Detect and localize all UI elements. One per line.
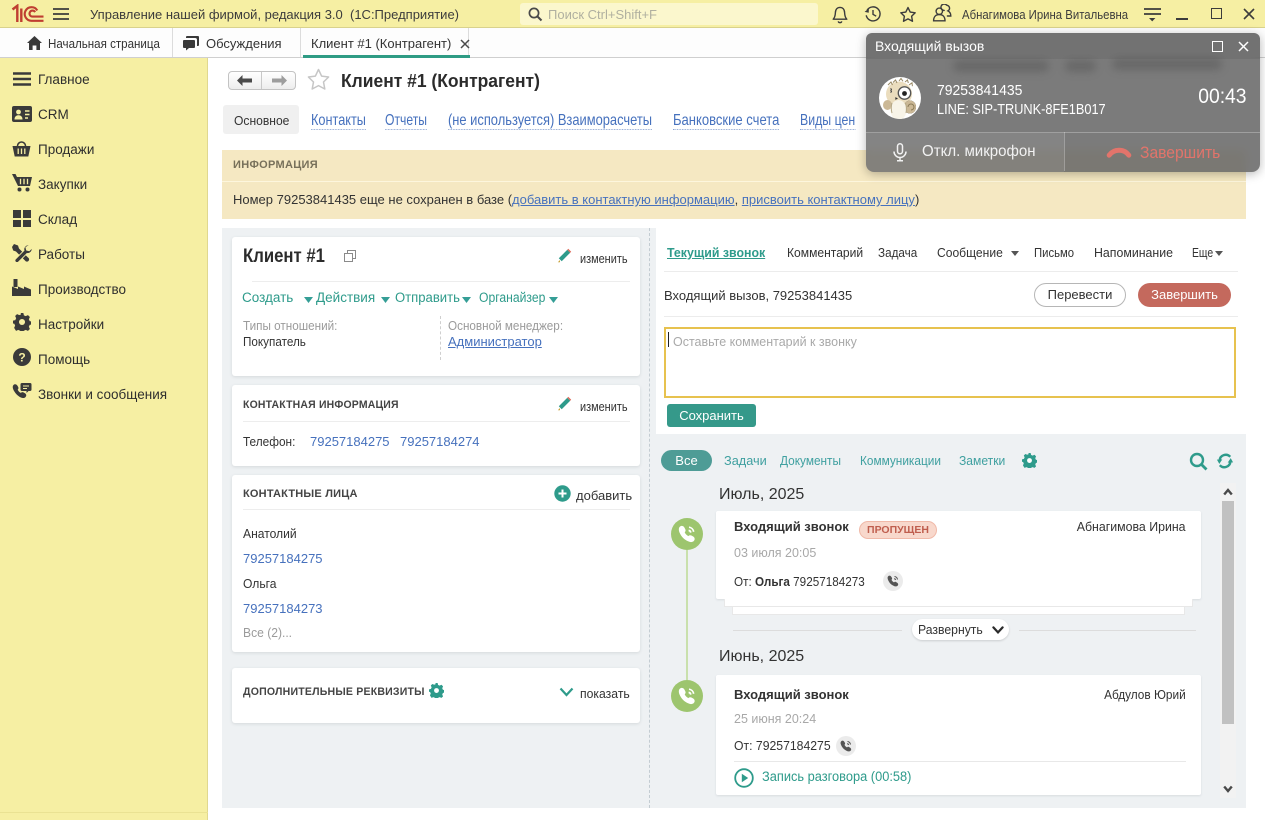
svg-text:?: ? (18, 351, 25, 365)
